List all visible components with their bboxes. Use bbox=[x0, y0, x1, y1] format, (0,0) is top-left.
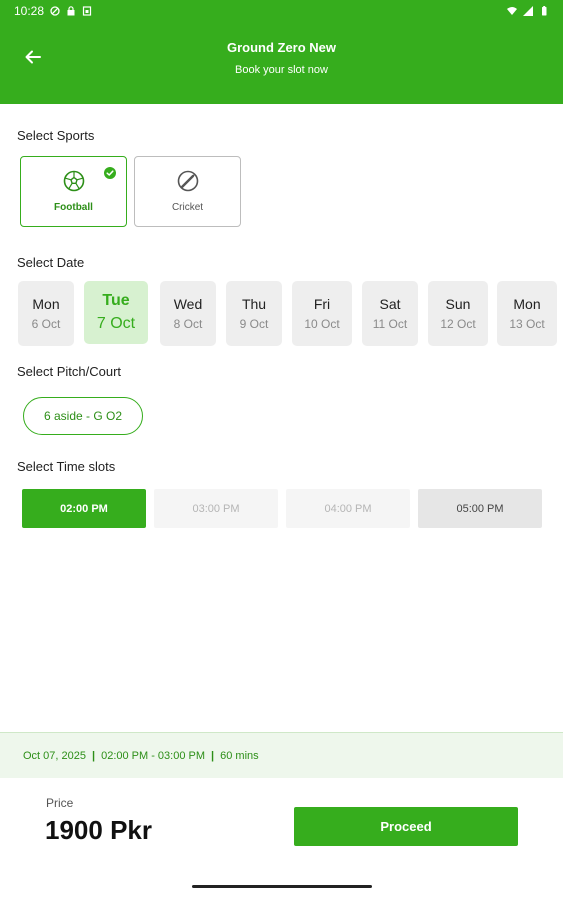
status-time: 10:28 bbox=[14, 4, 45, 18]
date-day: Sun bbox=[445, 296, 471, 312]
date-number: 6 Oct bbox=[31, 317, 61, 331]
sport-label-cricket: Cricket bbox=[171, 202, 204, 213]
page-subtitle: Book your slot now bbox=[235, 64, 328, 76]
sim-card-icon bbox=[82, 6, 92, 16]
app-header: 10:28 Ground Zero New Book your slot now bbox=[0, 0, 563, 104]
sports-section-title: Select Sports bbox=[17, 128, 95, 143]
date-number: 9 Oct bbox=[239, 317, 269, 331]
date-day: Tue bbox=[102, 292, 130, 309]
date-card[interactable]: Thu 9 Oct bbox=[226, 281, 282, 346]
status-bar: 10:28 bbox=[0, 0, 563, 22]
pitch-section-title: Select Pitch/Court bbox=[17, 364, 122, 379]
date-day: Mon bbox=[32, 296, 60, 312]
date-card-selected[interactable]: Tue 7 Oct bbox=[84, 281, 148, 344]
home-indicator[interactable] bbox=[192, 885, 372, 888]
football-icon bbox=[63, 170, 84, 192]
date-number: 11 Oct bbox=[372, 317, 408, 331]
date-scroller[interactable]: Mon 6 Oct Tue 7 Oct Wed 8 Oct Thu 9 Oct … bbox=[18, 281, 563, 347]
summary-separator: | bbox=[92, 749, 96, 762]
date-card[interactable]: Sat 11 Oct bbox=[362, 281, 418, 346]
time-slot-disabled[interactable]: 04:00 PM bbox=[286, 489, 410, 528]
summary-date: Oct 07, 2025 bbox=[23, 749, 86, 762]
time-slot-available[interactable]: 05:00 PM bbox=[418, 489, 542, 528]
date-day: Thu bbox=[241, 296, 267, 312]
summary-time-range: 02:00 PM - 03:00 PM bbox=[101, 749, 206, 762]
date-card[interactable]: Wed 8 Oct bbox=[160, 281, 216, 346]
cricket-icon bbox=[177, 170, 198, 192]
price-label: Price bbox=[46, 796, 74, 810]
date-card[interactable]: Sun 12 Oct bbox=[428, 281, 488, 346]
date-number: 12 Oct bbox=[440, 317, 476, 331]
date-day: Sat bbox=[379, 296, 401, 312]
sport-card-cricket[interactable]: Cricket bbox=[134, 156, 241, 227]
do-not-disturb-icon bbox=[50, 6, 60, 16]
sport-card-football[interactable]: Football bbox=[20, 156, 127, 227]
page-title: Ground Zero New bbox=[226, 40, 337, 55]
date-card[interactable]: Mon 13 Oct bbox=[497, 281, 557, 346]
date-card[interactable]: Fri 10 Oct bbox=[292, 281, 352, 346]
date-day: Mon bbox=[513, 296, 541, 312]
date-number: 10 Oct bbox=[304, 317, 340, 331]
date-section-title: Select Date bbox=[17, 255, 85, 270]
lock-icon bbox=[67, 6, 75, 16]
summary-separator: | bbox=[211, 749, 215, 762]
date-day: Fri bbox=[313, 296, 331, 312]
date-card[interactable]: Mon 6 Oct bbox=[18, 281, 74, 346]
date-number: 13 Oct bbox=[509, 317, 545, 331]
check-circle-icon bbox=[104, 167, 116, 179]
booking-summary-bar: Oct 07, 2025 | 02:00 PM - 03:00 PM | 60 … bbox=[0, 732, 563, 778]
battery-icon bbox=[542, 6, 547, 16]
pitch-chip-selected[interactable]: 6 aside - G O2 bbox=[23, 397, 143, 435]
time-slot-disabled[interactable]: 03:00 PM bbox=[154, 489, 278, 528]
date-number: 8 Oct bbox=[173, 317, 203, 331]
proceed-button[interactable]: Proceed bbox=[294, 807, 518, 846]
signal-icon bbox=[523, 6, 533, 16]
sport-label-football: Football bbox=[54, 202, 93, 213]
date-day: Wed bbox=[173, 296, 203, 312]
date-number: 7 Oct bbox=[96, 315, 136, 332]
slots-section-title: Select Time slots bbox=[17, 459, 116, 474]
price-value: 1900 Pkr bbox=[45, 815, 152, 845]
summary-duration: 60 mins bbox=[220, 749, 259, 762]
time-slot-selected[interactable]: 02:00 PM bbox=[22, 489, 146, 528]
wifi-icon bbox=[507, 7, 517, 15]
